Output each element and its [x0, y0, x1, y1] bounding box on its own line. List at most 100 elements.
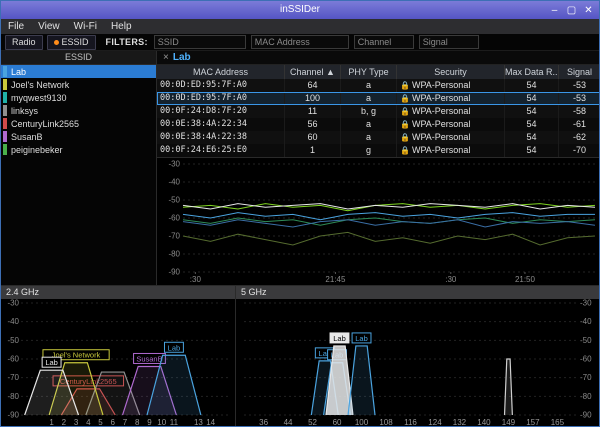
table-row[interactable]: 00:0D:ED:95:7F:A064a🔒WPA-Personal54-53 [157, 79, 600, 92]
table-cell: 56 [285, 118, 341, 131]
signal-filter-input[interactable] [419, 35, 479, 49]
table-header-row: MAC AddressChannel ▲PHY TypeSecurityMax … [157, 65, 600, 79]
essid-list-item[interactable]: SusanB [1, 130, 156, 143]
table-cell: 00:0D:ED:95:7F:A0 [157, 79, 285, 92]
table-cell: 00:0E:38:4A:22:38 [157, 131, 285, 144]
menu-file[interactable]: File [1, 21, 31, 32]
table-cell: 54 [505, 131, 559, 144]
window-controls: – ▢ ✕ [546, 1, 597, 19]
svg-text:-90: -90 [7, 411, 19, 420]
essid-list-item[interactable]: Joel's Network [1, 78, 156, 91]
table-cell: 11 [285, 105, 341, 118]
table-cell: -53 [559, 92, 600, 105]
radio-button[interactable]: Radio [5, 35, 43, 50]
essid-button[interactable]: ESSID [47, 35, 96, 50]
table-cell: 54 [505, 92, 559, 105]
column-header[interactable]: Security [397, 65, 505, 79]
essid-button-label: ESSID [62, 37, 89, 48]
table-cell: 54 [505, 79, 559, 92]
table-cell: -70 [559, 144, 600, 157]
svg-text:-30: -30 [168, 160, 180, 169]
table-cell: -61 [559, 118, 600, 131]
essid-list-item[interactable]: CenturyLink2565 [1, 117, 156, 130]
network-color-chip [3, 105, 7, 116]
svg-text:11: 11 [170, 418, 179, 427]
column-header[interactable]: Signal [559, 65, 600, 79]
radio-button-label: Radio [12, 37, 36, 48]
svg-text:14: 14 [206, 418, 215, 427]
essid-label: CenturyLink2565 [11, 119, 79, 129]
svg-text:-60: -60 [168, 214, 180, 223]
mac-filter-input[interactable] [251, 35, 349, 49]
svg-text:108: 108 [379, 418, 393, 427]
band-24ghz-header: 2.4 GHz [1, 286, 235, 299]
svg-text::30: :30 [190, 275, 202, 284]
table-cell: 54 [505, 105, 559, 118]
table-row[interactable]: 00:0E:38:4A:22:3860a🔒WPA-Personal54-62 [157, 131, 600, 144]
svg-text:116: 116 [404, 418, 417, 427]
svg-text:-40: -40 [168, 178, 180, 187]
table-cell: 🔒WPA-Personal [397, 131, 505, 144]
essid-list-item[interactable]: linksys [1, 104, 156, 117]
table-row[interactable]: 00:0F:24:E6:25:E01g🔒WPA-Personal54-70 [157, 144, 600, 157]
column-header[interactable]: MAC Address [157, 65, 285, 79]
column-header[interactable]: PHY Type [341, 65, 397, 79]
svg-text:-30: -30 [7, 299, 19, 308]
svg-text:-90: -90 [580, 411, 592, 420]
column-header[interactable]: Channel ▲ [285, 65, 341, 79]
band-5ghz-chart: -30-40-50-60-70-80-903644526010010811612… [236, 299, 600, 427]
titlebar: inSSIDer – ▢ ✕ [1, 1, 599, 19]
tab-close-icon[interactable]: × [157, 52, 173, 63]
table-cell: 00:0E:38:4A:22:34 [157, 118, 285, 131]
svg-text:52: 52 [308, 418, 317, 427]
svg-text:3: 3 [74, 418, 79, 427]
close-icon[interactable]: ✕ [580, 5, 597, 16]
menu-wifi[interactable]: Wi-Fi [67, 21, 104, 32]
svg-text:132: 132 [453, 418, 467, 427]
minimize-icon[interactable]: – [546, 5, 563, 16]
essid-list-item[interactable]: Lab [1, 65, 156, 78]
network-color-chip [3, 79, 7, 90]
table-row[interactable]: 00:0F:24:D8:7F:2011b, g🔒WPA-Personal54-5… [157, 105, 600, 118]
svg-text:-40: -40 [580, 317, 592, 326]
lock-icon: 🔒 [400, 120, 410, 129]
svg-text:-60: -60 [7, 355, 19, 364]
signal-time-chart: -30-40-50-60-70-80-90:3021:45:3021:50 [157, 157, 600, 285]
essid-list-item[interactable]: myqwest9130 [1, 91, 156, 104]
svg-text:140: 140 [477, 418, 491, 427]
svg-text:100: 100 [355, 418, 369, 427]
menu-view[interactable]: View [31, 21, 67, 32]
table-body: 00:0D:ED:95:7F:A064a🔒WPA-Personal54-5300… [157, 79, 600, 157]
menu-help[interactable]: Help [104, 21, 139, 32]
svg-text:-50: -50 [7, 336, 19, 345]
table-cell: 00:0D:ED:95:7F:A0 [157, 92, 285, 105]
table-cell: 🔒WPA-Personal [397, 79, 505, 92]
svg-text:165: 165 [551, 418, 565, 427]
table-cell: a [341, 79, 397, 92]
table-cell: -62 [559, 131, 600, 144]
inssider-window: inSSIDer – ▢ ✕ File View Wi-Fi Help Radi… [0, 0, 600, 427]
essid-list: LabJoel's Networkmyqwest9130 linksys Centu… [1, 65, 156, 156]
channel-filter-input[interactable] [354, 35, 414, 49]
table-row[interactable]: 00:0E:38:4A:22:3456a🔒WPA-Personal54-61 [157, 118, 600, 131]
tab-lab[interactable]: Lab [173, 52, 191, 63]
svg-text:2: 2 [62, 418, 67, 427]
band-5ghz-panel: 5 GHz -30-40-50-60-70-80-903644526010010… [235, 285, 600, 427]
essid-label: linksys [11, 106, 38, 116]
band-24ghz-chart: -30-40-50-60-70-80-9012345678910111314Ce… [1, 299, 235, 427]
table-cell: g [341, 144, 397, 157]
table-row[interactable]: 00:0D:ED:95:7F:A0100a🔒WPA-Personal54-53 [157, 92, 600, 105]
table-cell: a [341, 118, 397, 131]
svg-text:1: 1 [49, 418, 54, 427]
table-cell: 🔒WPA-Personal [397, 118, 505, 131]
lock-icon: 🔒 [400, 133, 410, 142]
maximize-icon[interactable]: ▢ [563, 5, 580, 16]
essid-list-item[interactable]: peiginebeker [1, 143, 156, 156]
svg-text:-80: -80 [580, 392, 592, 401]
network-color-chip [3, 144, 7, 155]
svg-text:149: 149 [502, 418, 516, 427]
column-header[interactable]: Max Data R... [505, 65, 559, 79]
ssid-filter-input[interactable] [154, 35, 246, 49]
network-color-chip [3, 131, 7, 142]
essid-label: Lab [11, 67, 26, 77]
